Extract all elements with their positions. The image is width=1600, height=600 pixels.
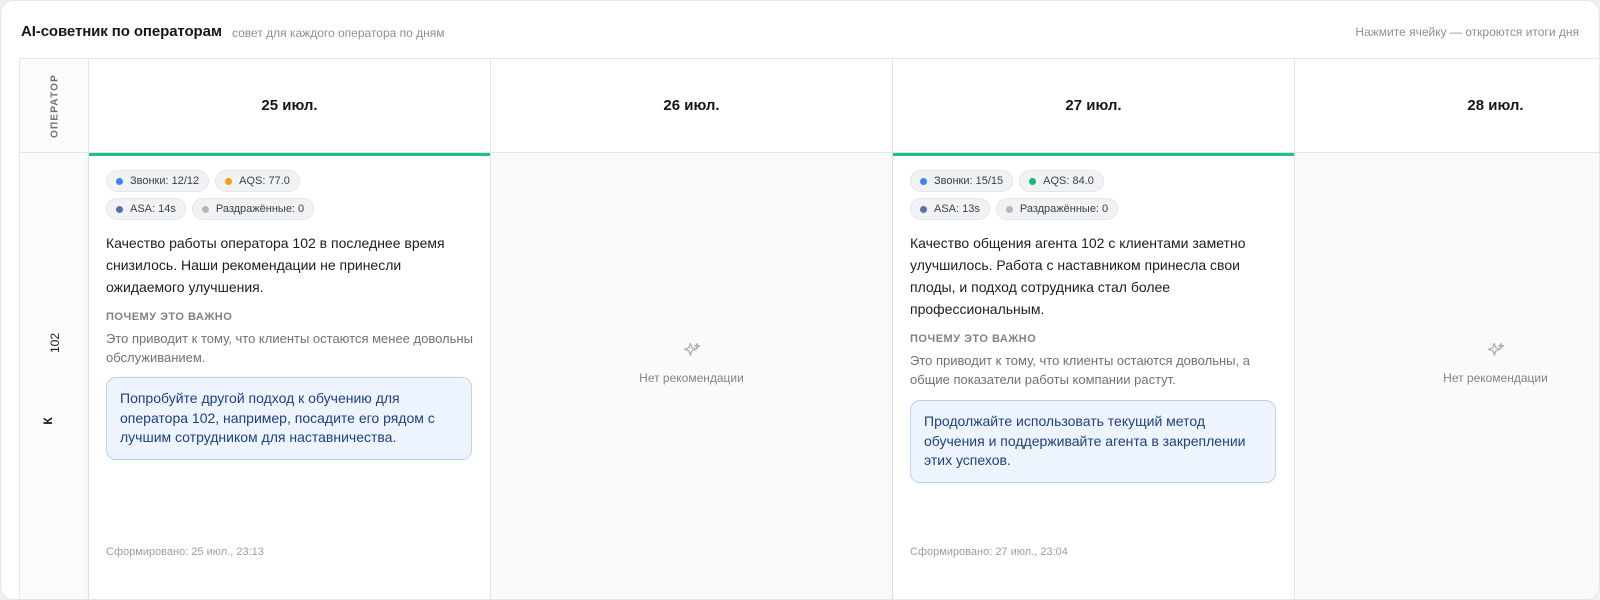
status-dot — [920, 205, 927, 213]
advice-box: Продолжайте использовать текущий метод о… — [910, 400, 1276, 483]
irritated-chip-label: Раздражённые: 0 — [1019, 203, 1109, 215]
panel-hint: Нажмите ячейку — откроются итоги дня — [1355, 25, 1579, 39]
aqs-chip: AQS: 77.0 — [215, 170, 300, 192]
day-cell-28[interactable]: Нет рекомендации — [1295, 153, 1599, 599]
advisor-panel: AI-советник по операторам совет для кажд… — [0, 0, 1600, 600]
irritated-chip: Раздражённые: 0 — [995, 198, 1119, 220]
why-important-label: ПОЧЕМУ ЭТО ВАЖНО — [106, 311, 233, 323]
advice-box: Попробуйте другой подход к обучению для … — [106, 377, 472, 460]
operator-column-label: ОПЕРАТОР — [49, 73, 61, 139]
status-dot — [1029, 177, 1037, 185]
day-cell-27[interactable]: Звонки: 15/15 AQS: 84.0 ASA: 13s Раздраж… — [893, 153, 1295, 599]
day-header: 25 июл. — [89, 59, 491, 153]
sparkle-icon — [683, 342, 700, 356]
panel-subtitle: совет для каждого оператора по дням — [232, 26, 445, 40]
calls-chip-label: Звонки: 15/15 — [934, 175, 1004, 187]
panel-header: AI-советник по операторам совет для кажд… — [21, 23, 1579, 43]
status-dot — [116, 177, 123, 185]
no-advice-text: Нет рекомендации — [639, 371, 744, 385]
aqs-chip: AQS: 84.0 — [1019, 170, 1104, 192]
status-dot — [225, 177, 233, 185]
no-advice-text: Нет рекомендации — [1443, 371, 1548, 385]
why-important-text: Это приводит к тому, что клиенты остаютс… — [910, 353, 1250, 387]
generated-timestamp: Сформировано: 27 июл., 23:04 — [910, 546, 1068, 558]
status-dot — [201, 205, 209, 213]
panel-title: AI-советник по операторам — [21, 23, 222, 40]
asa-chip: ASA: 13s — [910, 198, 990, 220]
advice-summary: Качество работы оператора 102 в последне… — [106, 235, 445, 295]
why-important-text: Это приводит к тому, что клиенты остаютс… — [106, 331, 473, 365]
asa-chip-label: ASA: 14s — [130, 203, 176, 215]
metric-chips: Звонки: 12/12 AQS: 77.0 ASA: 14s Раздраж… — [106, 170, 486, 226]
metric-chips: Звонки: 15/15 AQS: 84.0 ASA: 13s Раздраж… — [910, 170, 1290, 226]
calls-chip: Звонки: 12/12 — [106, 170, 210, 192]
asa-chip: ASA: 14s — [106, 198, 186, 220]
aqs-chip-label: AQS: 84.0 — [1043, 175, 1094, 187]
asa-chip-label: ASA: 13s — [934, 203, 980, 215]
why-important-label: ПОЧЕМУ ЭТО ВАЖНО — [910, 333, 1037, 345]
advice-grid: ОПЕРАТОР 102 К 25 июл. Звонки: 12/12 AQS… — [19, 58, 1599, 599]
aqs-chip-label: AQS: 77.0 — [239, 175, 290, 187]
day-header: 27 июл. — [893, 59, 1295, 153]
status-dot — [1005, 205, 1013, 213]
operator-initial: К — [41, 417, 55, 425]
sparkle-icon — [1487, 342, 1504, 356]
day-cell-25[interactable]: Звонки: 12/12 AQS: 77.0 ASA: 14s Раздраж… — [89, 153, 491, 599]
irritated-chip: Раздражённые: 0 — [191, 198, 315, 220]
calls-chip-label: Звонки: 12/12 — [130, 175, 200, 187]
operator-row-header[interactable]: 102 К — [20, 153, 89, 599]
generated-timestamp: Сформировано: 25 июл., 23:13 — [106, 546, 264, 558]
status-dot — [116, 205, 123, 213]
status-dot — [920, 177, 927, 185]
irritated-chip-label: Раздражённые: 0 — [215, 203, 305, 215]
advice-summary: Качество общения агента 102 с клиентами … — [910, 235, 1246, 317]
calls-chip: Звонки: 15/15 — [910, 170, 1014, 192]
day-cell-26[interactable]: Нет рекомендации — [491, 153, 893, 599]
grid-corner: ОПЕРАТОР — [20, 59, 89, 153]
empty-state: Нет рекомендации — [1295, 341, 1599, 387]
operator-name: 102 — [48, 332, 62, 354]
day-header: 26 июл. — [491, 59, 893, 153]
day-header: 28 июл. — [1295, 59, 1599, 153]
empty-state: Нет рекомендации — [491, 341, 892, 387]
